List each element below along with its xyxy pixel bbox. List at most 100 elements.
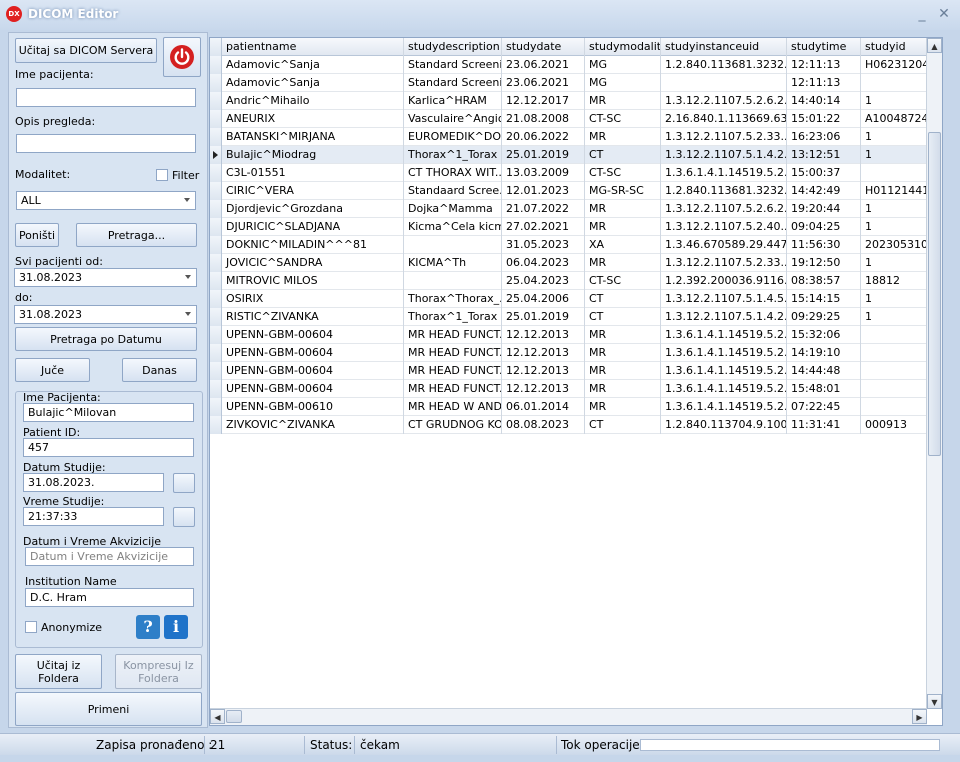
row-header[interactable]	[210, 182, 222, 200]
row-header[interactable]	[210, 290, 222, 308]
table-cell[interactable]: 19:12:50	[787, 254, 861, 272]
table-cell[interactable]: 11:31:41	[787, 416, 861, 434]
patient-name-input[interactable]	[16, 88, 196, 107]
scroll-right-icon[interactable]: ▶	[912, 709, 927, 724]
table-row[interactable]: UPENN-GBM-00604 MR HEAD FUNCT... 12.12.201…	[210, 362, 931, 380]
table-cell[interactable]: BATANSKI^MIRJANA	[222, 128, 404, 146]
row-header[interactable]	[210, 110, 222, 128]
table-cell[interactable]: 15:00:37	[787, 164, 861, 182]
table-cell[interactable]: 15:01:22	[787, 110, 861, 128]
table-cell[interactable]: CT	[585, 416, 661, 434]
compress-folder-button[interactable]: Kompresuj Iz Foldera	[115, 654, 202, 689]
table-cell[interactable]: Vasculaire^Angio...	[404, 110, 502, 128]
row-header[interactable]	[210, 344, 222, 362]
table-cell[interactable]: Djordjevic^Grozdana	[222, 200, 404, 218]
table-cell[interactable]: 1.2.392.200036.9116....	[661, 272, 787, 290]
table-cell[interactable]: 1.3.6.1.4.1.14519.5.2...	[661, 326, 787, 344]
table-cell[interactable]: CT-SC	[585, 164, 661, 182]
table-cell[interactable]	[861, 362, 931, 380]
table-cell[interactable]: 1	[861, 254, 931, 272]
close-icon[interactable]: ✕	[934, 4, 954, 24]
table-cell[interactable]: UPENN-GBM-00610	[222, 398, 404, 416]
study-date-input[interactable]: 31.08.2023.	[23, 473, 164, 492]
table-row[interactable]: ZIVKOVIC^ZIVANKACT GRUDNOG KO...08.08.20…	[210, 416, 931, 434]
row-header[interactable]	[210, 326, 222, 344]
table-cell[interactable]: 25.04.2023	[502, 272, 585, 290]
table-cell[interactable]: 1.2.840.113681.3232...	[661, 56, 787, 74]
table-cell[interactable]: A100487242	[861, 110, 931, 128]
study-date-picker-button[interactable]	[173, 473, 195, 493]
table-cell[interactable]: MR	[585, 344, 661, 362]
column-header-studydate[interactable]: studydate	[502, 38, 585, 56]
vertical-scrollbar[interactable]: ▲ ▼	[926, 38, 942, 709]
row-header[interactable]	[210, 362, 222, 380]
table-cell[interactable]	[661, 74, 787, 92]
table-cell[interactable]: 2.16.840.1.113669.63...	[661, 110, 787, 128]
table-cell[interactable]: 12:11:13	[787, 74, 861, 92]
reset-button[interactable]: Poništi	[15, 223, 59, 247]
row-header[interactable]	[210, 74, 222, 92]
table-cell[interactable]	[861, 398, 931, 416]
table-row[interactable]: Andric^Mihailo Karlica^HRAM 12.12.2017 MR 1.…	[210, 92, 931, 110]
row-header[interactable]	[210, 272, 222, 290]
patient-id-input[interactable]: 457	[23, 438, 194, 457]
table-cell[interactable]: 08.08.2023	[502, 416, 585, 434]
table-cell[interactable]: 15:14:15	[787, 290, 861, 308]
table-cell[interactable]: ANEURIX	[222, 110, 404, 128]
table-row[interactable]: Adamovic^SanjaStandard Screeni...23.06.2…	[210, 74, 931, 92]
row-header[interactable]	[210, 308, 222, 326]
row-header[interactable]	[210, 146, 222, 164]
table-cell[interactable]: C3L-01551	[222, 164, 404, 182]
vertical-scroll-thumb[interactable]	[928, 132, 941, 456]
table-cell[interactable]	[861, 74, 931, 92]
table-cell[interactable]: 31.05.2023	[502, 236, 585, 254]
table-cell[interactable]: CT	[585, 308, 661, 326]
row-header[interactable]	[210, 398, 222, 416]
table-cell[interactable]: 1.3.12.2.1107.5.2.6.2...	[661, 92, 787, 110]
table-cell[interactable]: H011214410	[861, 182, 931, 200]
search-by-date-button[interactable]: Pretraga po Datumu	[15, 327, 197, 351]
table-row[interactable]: C3L-01551 CT THORAX WIT... 13.03.2009 CT-SC…	[210, 164, 931, 182]
table-cell[interactable]: 1.2.840.113704.9.100...	[661, 416, 787, 434]
table-row[interactable]: OSIRIX Thorax^Thorax_... 25.04.2006 CT 1.3.1…	[210, 290, 931, 308]
row-header[interactable]	[210, 200, 222, 218]
table-cell[interactable]: Dojka^Mamma	[404, 200, 502, 218]
row-header[interactable]	[210, 164, 222, 182]
table-cell[interactable]: Standard Screeni...	[404, 74, 502, 92]
table-cell[interactable]: 21.07.2022	[502, 200, 585, 218]
table-cell[interactable]: 25.04.2006	[502, 290, 585, 308]
help-icon[interactable]: ?	[136, 615, 160, 639]
table-cell[interactable]: 1.3.12.2.1107.5.1.4.2...	[661, 308, 787, 326]
table-cell[interactable]: 1.3.12.2.1107.5.1.4.2...	[661, 146, 787, 164]
table-cell[interactable]: 1.3.12.2.1107.5.2.40....	[661, 218, 787, 236]
row-header[interactable]	[210, 218, 222, 236]
load-from-server-button[interactable]: Učitaj sa DICOM Servera	[15, 38, 157, 63]
table-cell[interactable]: XA	[585, 236, 661, 254]
table-cell[interactable]: ZIVKOVIC^ZIVANKA	[222, 416, 404, 434]
table-cell[interactable]: 1	[861, 200, 931, 218]
table-cell[interactable]: 18812	[861, 272, 931, 290]
table-cell[interactable]: 1.3.6.1.4.1.14519.5.2...	[661, 164, 787, 182]
table-cell[interactable]: Standard Screeni...	[404, 56, 502, 74]
table-row[interactable]: DJURICIC^SLADJANA Kicma^Cela kicma 27.02.2…	[210, 218, 931, 236]
table-cell[interactable]: CT GRUDNOG KO...	[404, 416, 502, 434]
table-row[interactable]: JOVICIC^SANDRA KICMA^Th 06.04.2023 MR 1.3.12…	[210, 254, 931, 272]
scroll-down-icon[interactable]: ▼	[927, 694, 942, 709]
table-cell[interactable]: Karlica^HRAM	[404, 92, 502, 110]
table-cell[interactable]: UPENN-GBM-00604	[222, 380, 404, 398]
table-cell[interactable]: MR HEAD FUNCT...	[404, 326, 502, 344]
table-cell[interactable]: 12.12.2017	[502, 92, 585, 110]
table-cell[interactable]: JOVICIC^SANDRA	[222, 254, 404, 272]
table-cell[interactable]: MR	[585, 380, 661, 398]
table-cell[interactable]: OSIRIX	[222, 290, 404, 308]
table-cell[interactable]: 1	[861, 128, 931, 146]
table-cell[interactable]: CT-SC	[585, 110, 661, 128]
table-row[interactable]: MITROVIC MILOS 25.04.2023 CT-SC 1.2.392.200…	[210, 272, 931, 290]
table-cell[interactable]: 09:29:25	[787, 308, 861, 326]
table-cell[interactable]: MR	[585, 218, 661, 236]
table-row[interactable]: ANEURIXVasculaire^Angio...21.08.2008CT-S…	[210, 110, 931, 128]
scroll-left-icon[interactable]: ◀	[210, 709, 225, 724]
table-cell[interactable]: EUROMEDIK^DO...	[404, 128, 502, 146]
institution-input[interactable]: D.C. Hram	[25, 588, 194, 607]
table-cell[interactable]: 12:11:13	[787, 56, 861, 74]
